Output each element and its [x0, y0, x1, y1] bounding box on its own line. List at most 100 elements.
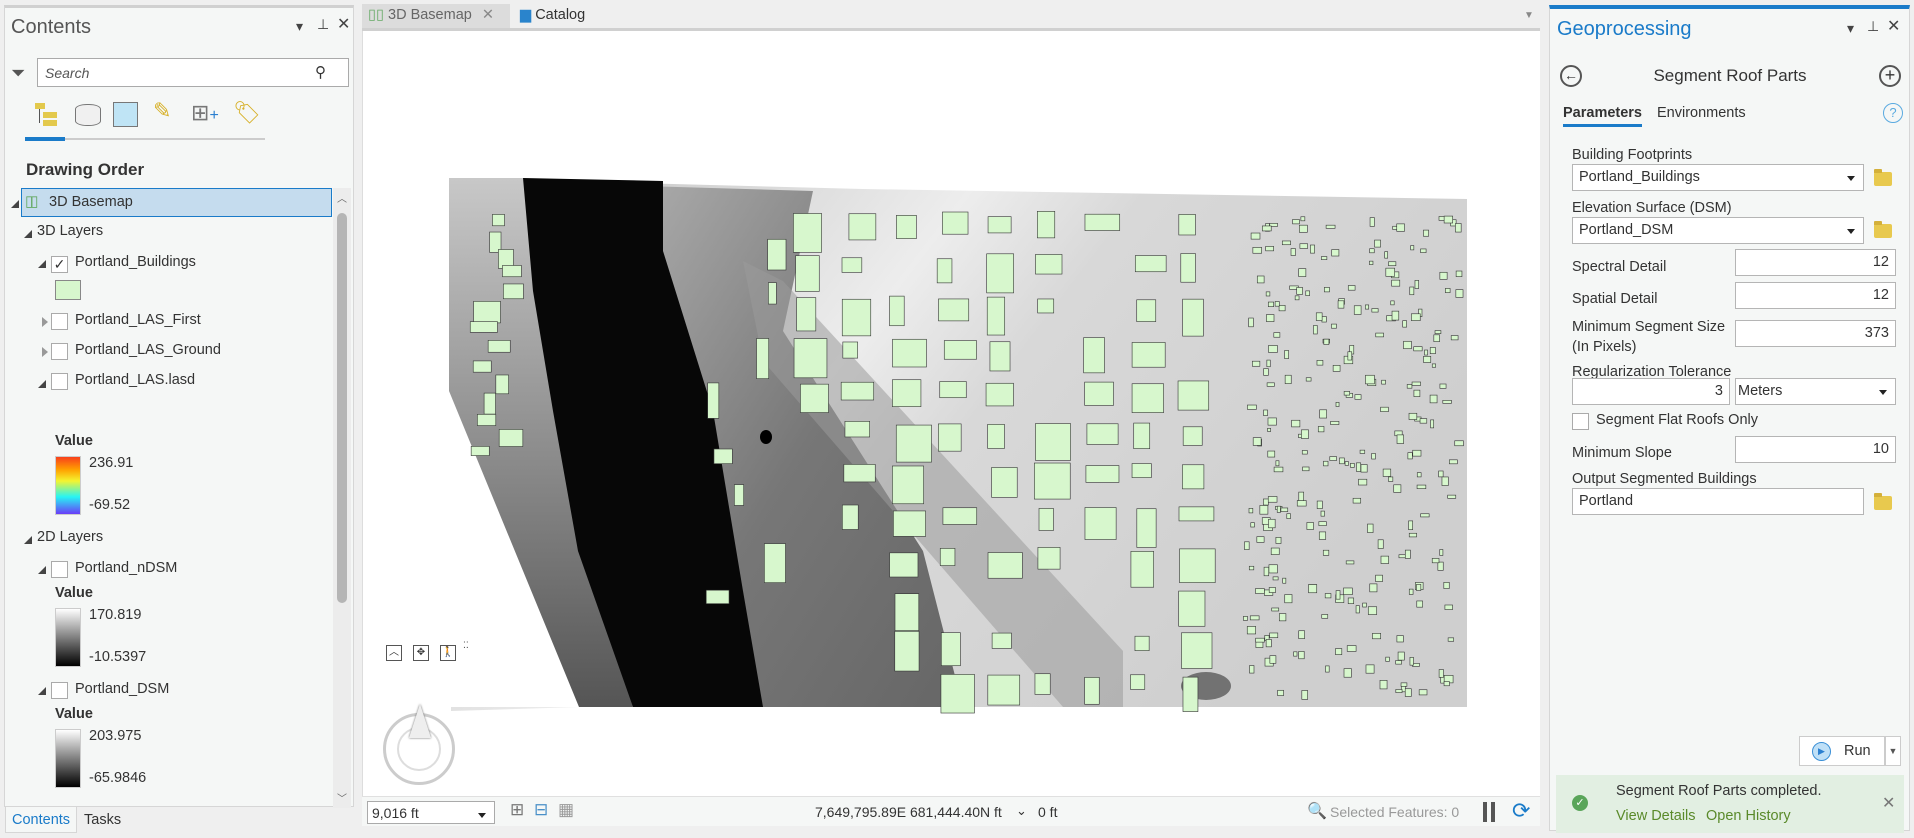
building-footprint[interactable]	[1423, 355, 1432, 363]
building-footprint[interactable]	[1350, 462, 1355, 468]
building-footprint[interactable]	[1365, 664, 1375, 674]
building-footprint[interactable]	[503, 283, 524, 300]
view-details-link[interactable]: View Details	[1616, 808, 1696, 824]
building-footprint[interactable]	[892, 338, 927, 368]
building-footprint[interactable]	[1371, 453, 1376, 460]
building-footprint[interactable]	[1277, 689, 1284, 696]
building-footprint[interactable]	[1384, 251, 1388, 259]
building-footprint[interactable]	[1339, 457, 1345, 465]
building-footprint[interactable]	[1084, 507, 1117, 540]
building-footprint[interactable]	[492, 214, 505, 227]
building-footprint[interactable]	[1275, 460, 1280, 467]
building-footprint[interactable]	[1433, 334, 1440, 342]
map-tab-3d-basemap[interactable]: ▯▯ 3D Basemap ✕	[362, 4, 510, 28]
building-footprint[interactable]	[1347, 597, 1355, 604]
tab-environments[interactable]: Environments	[1657, 105, 1746, 121]
building-footprint[interactable]	[1396, 434, 1404, 444]
building-footprint[interactable]	[1037, 211, 1056, 239]
building-footprint[interactable]	[472, 360, 492, 373]
segment-flat-roofs-label[interactable]: Segment Flat Roofs Only	[1596, 412, 1758, 428]
building-footprint[interactable]	[938, 423, 962, 452]
building-footprint[interactable]	[1438, 669, 1444, 678]
spectral-detail-input[interactable]: 12	[1735, 249, 1896, 276]
building-footprint[interactable]	[1182, 464, 1205, 490]
building-footprint[interactable]	[1290, 248, 1296, 256]
expand-toggle[interactable]	[24, 230, 32, 238]
pane-menu-icon[interactable]: ▾	[1847, 20, 1854, 37]
building-footprint[interactable]	[841, 298, 872, 337]
building-footprint[interactable]	[1318, 531, 1327, 540]
building-footprint[interactable]	[939, 381, 967, 399]
expand-toggle[interactable]	[42, 347, 48, 357]
building-footprint[interactable]	[840, 381, 875, 401]
building-footprint[interactable]	[1352, 497, 1362, 504]
building-footprint[interactable]	[483, 392, 496, 415]
building-footprint[interactable]	[1332, 365, 1341, 372]
building-footprint[interactable]	[1273, 466, 1284, 473]
building-footprint[interactable]	[1416, 600, 1423, 608]
building-footprint[interactable]	[1265, 291, 1271, 297]
building-footprint[interactable]	[1178, 214, 1196, 236]
building-footprint[interactable]	[1248, 508, 1254, 514]
building-footprint[interactable]	[1400, 682, 1408, 687]
building-footprint[interactable]	[1438, 470, 1444, 478]
building-footprint[interactable]	[1263, 368, 1269, 376]
layer-checkbox[interactable]	[51, 561, 68, 578]
building-footprint[interactable]	[1083, 337, 1105, 374]
building-footprint[interactable]	[1382, 468, 1392, 477]
building-footprint[interactable]	[1284, 374, 1292, 384]
building-footprint[interactable]	[1409, 286, 1415, 296]
minimum-slope-input[interactable]: 10	[1735, 436, 1896, 463]
building-footprint[interactable]	[1131, 383, 1164, 413]
building-footprint[interactable]	[1365, 304, 1369, 310]
building-footprint[interactable]	[1256, 275, 1265, 284]
building-footprint[interactable]	[1271, 607, 1280, 612]
building-footprint[interactable]	[1286, 513, 1291, 519]
building-footprint[interactable]	[1430, 419, 1435, 429]
building-footprint[interactable]	[1136, 508, 1157, 548]
close-icon[interactable]: ✕	[337, 14, 350, 34]
building-footprint[interactable]	[1367, 523, 1374, 533]
building-footprint[interactable]	[1396, 223, 1405, 232]
building-footprint[interactable]	[1291, 419, 1301, 428]
refresh-icon[interactable]: ⟳	[1512, 798, 1530, 824]
building-footprint[interactable]	[1084, 381, 1114, 406]
building-footprint[interactable]	[1276, 505, 1281, 513]
building-footprint[interactable]	[1391, 310, 1400, 321]
building-footprint[interactable]	[1284, 594, 1293, 604]
run-button[interactable]: ▶ Run	[1799, 736, 1885, 766]
building-footprint[interactable]	[1243, 616, 1248, 621]
list-by-data-source-icon[interactable]	[75, 104, 101, 126]
building-footprint[interactable]	[1315, 312, 1323, 321]
building-footprint[interactable]	[942, 211, 969, 235]
building-footprint[interactable]	[1255, 637, 1265, 643]
building-footprint[interactable]	[848, 213, 877, 241]
building-footprint[interactable]	[1131, 342, 1166, 368]
building-footprint[interactable]	[495, 374, 509, 395]
building-footprint[interactable]	[1292, 219, 1300, 225]
building-footprint[interactable]	[1408, 412, 1418, 420]
building-footprint[interactable]	[1408, 588, 1414, 595]
building-footprint[interactable]	[768, 282, 777, 305]
building-footprint[interactable]	[986, 253, 1014, 294]
building-footprint[interactable]	[1316, 360, 1324, 366]
building-footprint[interactable]	[1443, 681, 1450, 687]
building-footprint[interactable]	[793, 213, 822, 253]
building-footprint[interactable]	[1278, 305, 1286, 312]
building-footprint[interactable]	[1346, 645, 1357, 652]
building-footprint[interactable]	[1353, 305, 1362, 315]
building-footprint[interactable]	[1395, 689, 1403, 693]
building-footprint[interactable]	[795, 255, 820, 292]
building-footprint[interactable]	[1267, 450, 1276, 458]
building-footprint[interactable]	[1362, 602, 1367, 608]
building-footprint[interactable]	[1317, 426, 1325, 433]
building-footprint[interactable]	[1439, 549, 1444, 556]
map-canvas[interactable]	[363, 31, 1541, 796]
building-footprints-dropdown[interactable]: Portland_Buildings	[1572, 164, 1864, 191]
building-footprint[interactable]	[1298, 651, 1305, 660]
building-footprint[interactable]	[1298, 630, 1305, 639]
building-footprint[interactable]	[1408, 520, 1413, 530]
building-footprint[interactable]	[1369, 217, 1375, 227]
building-footprint[interactable]	[1182, 298, 1204, 337]
building-footprint[interactable]	[1343, 668, 1352, 678]
